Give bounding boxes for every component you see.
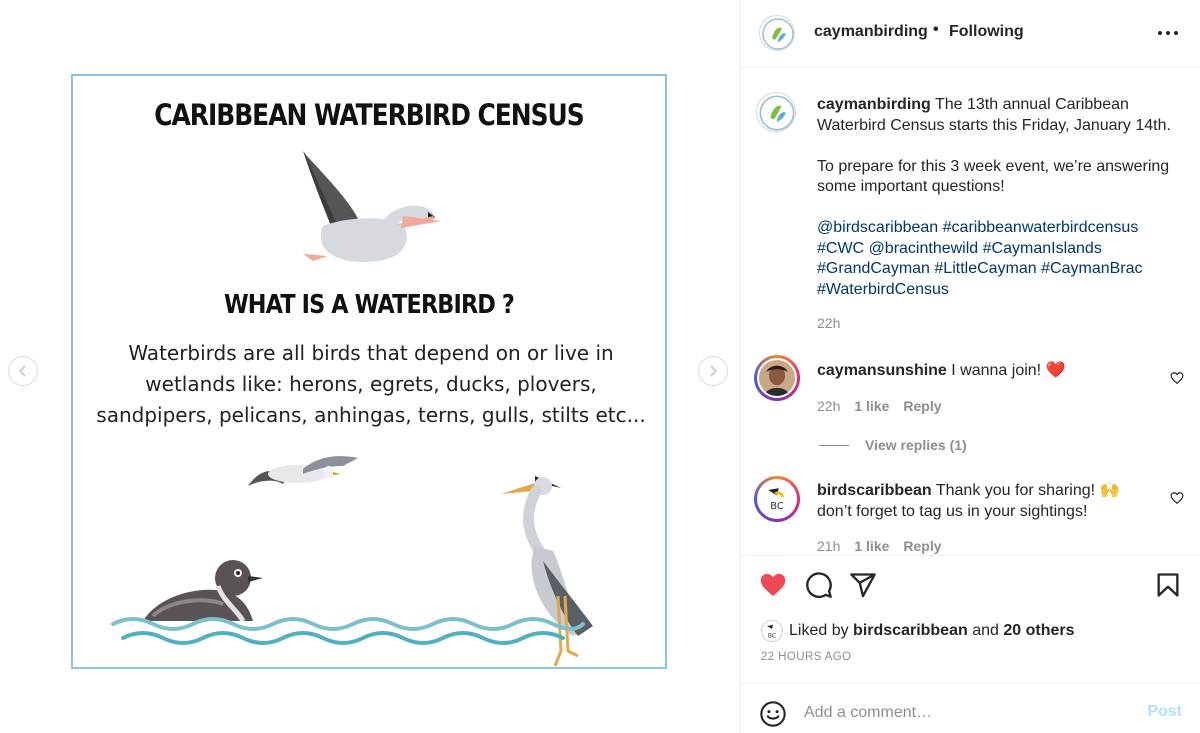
header-username[interactable]: caymanbirding xyxy=(814,23,928,41)
caption-text: caymanbirding The 13th annual Caribbean … xyxy=(817,95,1187,321)
hashtag-link[interactable]: #WaterbirdCensus xyxy=(817,281,949,298)
caymanbirding-logo-icon xyxy=(762,18,794,50)
previous-image-button[interactable] xyxy=(8,356,38,386)
profile-photo-icon xyxy=(759,360,795,396)
view-replies-button[interactable]: View replies (1) xyxy=(819,437,967,453)
hashtag-link[interactable]: #GrandCayman xyxy=(817,260,930,277)
commenter-avatar[interactable]: BC xyxy=(754,476,800,522)
comment-text: birdscaribbean Thank you for sharing! 🙌 … xyxy=(817,481,1147,522)
comment-time[interactable]: 21h xyxy=(817,538,840,554)
smiley-icon[interactable] xyxy=(759,700,787,728)
hashtag-link[interactable]: #caribbeanwaterbirdcensus xyxy=(943,219,1139,236)
image-subtitle: WHAT IS A WATERBIRD ? xyxy=(223,290,515,320)
add-comment-bar: Post xyxy=(741,683,1200,733)
comment-text: caymansunshine I wanna join! ❤️ xyxy=(817,361,1147,382)
chevron-right-icon xyxy=(710,365,718,377)
caption-line-2: To prepare for this 3 week event, we’re … xyxy=(817,157,1170,196)
post-comment-button[interactable]: Post xyxy=(1147,703,1182,721)
commenter-avatar[interactable] xyxy=(754,355,800,401)
view-replies-label: View replies (1) xyxy=(865,437,967,453)
mention-link[interactable]: @bracinthewild xyxy=(869,240,979,257)
image-body-text: Waterbirds are all birds that depend on … xyxy=(96,341,646,427)
caption-time[interactable]: 22h xyxy=(817,315,840,331)
reply-button[interactable]: Reply xyxy=(903,398,941,414)
comment-username[interactable]: birdscaribbean xyxy=(817,482,932,499)
comment-input[interactable] xyxy=(804,700,1124,726)
birdscaribbean-logo-icon: BC xyxy=(759,481,795,517)
more-horizontal-icon[interactable] xyxy=(1158,31,1178,37)
comment-username[interactable]: caymansunshine xyxy=(817,362,947,379)
comment-icon[interactable] xyxy=(805,571,833,599)
bookmark-icon[interactable] xyxy=(1154,571,1182,599)
comment-body: I wanna join! ❤️ xyxy=(951,362,1066,379)
like-comment-heart-icon[interactable] xyxy=(1170,491,1184,505)
comment-likes[interactable]: 1 like xyxy=(854,538,889,554)
water-waves xyxy=(111,617,585,645)
comment-likes[interactable]: 1 like xyxy=(854,398,889,414)
gull-illustration xyxy=(248,456,358,486)
caymanbirding-logo-icon xyxy=(759,95,795,131)
following-button[interactable]: Following xyxy=(949,23,1024,41)
hashtag-link[interactable]: #CWC xyxy=(817,240,864,257)
pelican-illustration xyxy=(303,151,441,262)
caption-hashtags: @birdscaribbean #caribbeanwaterbirdcensu… xyxy=(817,218,1187,300)
liker-avatar[interactable]: BC xyxy=(761,620,783,642)
svg-text:BC: BC xyxy=(768,633,776,640)
caption-username[interactable]: caymanbirding xyxy=(817,96,931,113)
likes-summary: BC Liked by birdscaribbean and 20 others xyxy=(761,620,1075,642)
paper-plane-icon[interactable] xyxy=(849,571,877,599)
heart-filled-icon[interactable] xyxy=(759,571,787,599)
hashtag-link[interactable]: #CaymanBrac xyxy=(1041,260,1142,277)
hashtag-link[interactable]: #CaymanIslands xyxy=(983,240,1102,257)
next-image-button[interactable] xyxy=(698,356,728,386)
hashtag-link[interactable]: #LittleCayman xyxy=(934,260,1036,277)
comment-time[interactable]: 22h xyxy=(817,398,840,414)
like-comment-heart-icon[interactable] xyxy=(1170,371,1184,385)
liked-by-user[interactable]: birdscaribbean xyxy=(853,622,968,640)
liked-by-others[interactable]: 20 others xyxy=(1003,622,1074,640)
comments-section: caymanbirding The 13th annual Caribbean … xyxy=(741,69,1200,555)
birdscaribbean-logo-icon: BC xyxy=(767,625,776,640)
liked-by-prefix: Liked by xyxy=(789,622,849,639)
comment-meta: 21h 1 like Reply xyxy=(817,538,942,554)
post-sidebar: caymanbirding • Following caymanbirding … xyxy=(740,0,1200,733)
comment-meta: 22h 1 like Reply xyxy=(817,398,942,414)
chevron-left-icon xyxy=(18,365,26,377)
reply-button[interactable]: Reply xyxy=(903,538,941,554)
grebe-illustration xyxy=(143,560,263,623)
replies-divider xyxy=(819,444,849,446)
post-actions: BC Liked by birdscaribbean and 20 others… xyxy=(741,555,1200,683)
avatar[interactable] xyxy=(759,15,795,51)
header-separator: • xyxy=(933,21,939,38)
svg-text:BC: BC xyxy=(770,501,784,512)
mention-link[interactable]: @birdscaribbean xyxy=(817,219,938,236)
heron-illustration xyxy=(501,476,593,667)
post-header: caymanbirding • Following xyxy=(741,0,1200,68)
post-timestamp[interactable]: 22 HOURS AGO xyxy=(761,651,851,663)
post-media: CARIBBEAN WATERBIRD CENSUS WHAT IS A WAT… xyxy=(0,0,740,733)
post-image[interactable]: CARIBBEAN WATERBIRD CENSUS WHAT IS A WAT… xyxy=(71,74,667,669)
caption-avatar[interactable] xyxy=(756,92,796,132)
liked-by-and: and xyxy=(972,622,999,639)
